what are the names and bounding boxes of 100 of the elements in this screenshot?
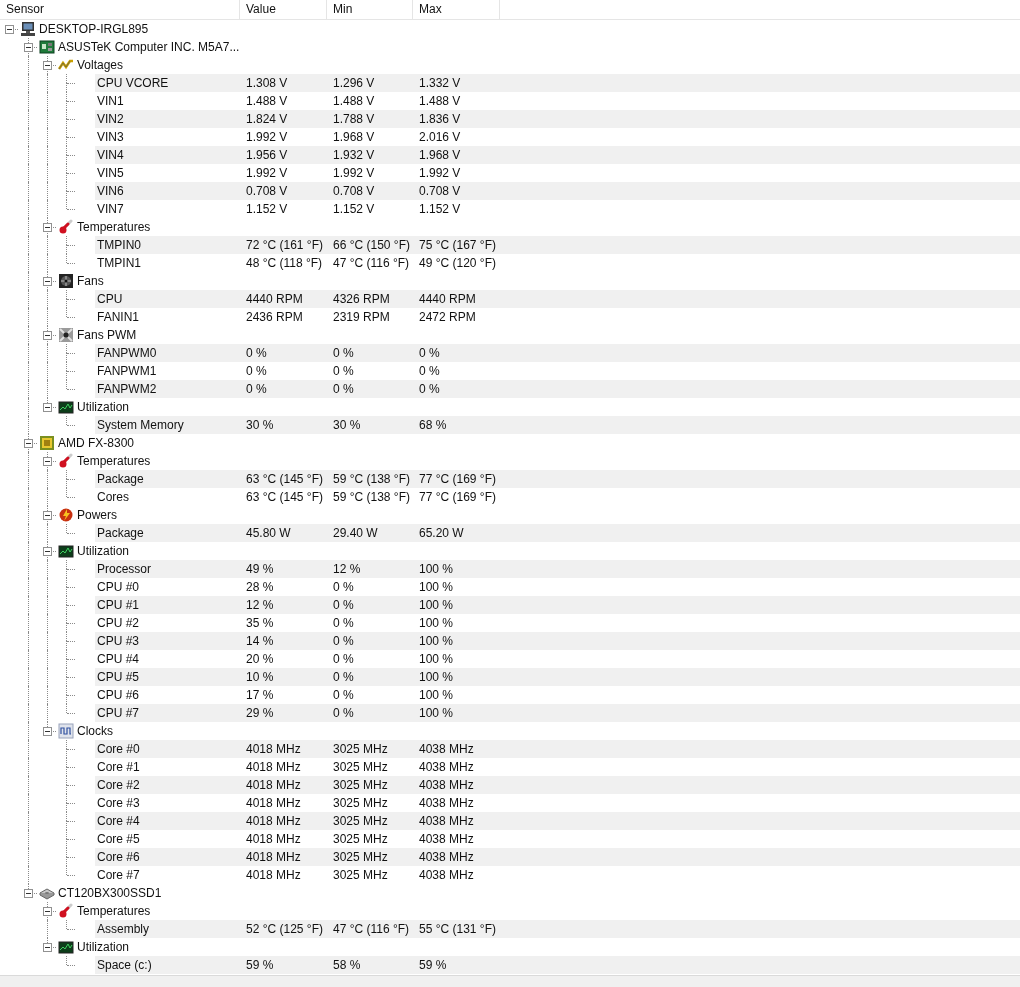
value-cell: 4018 MHz	[246, 796, 301, 810]
collapse-icon[interactable]	[43, 331, 52, 340]
collapse-icon[interactable]	[43, 223, 52, 232]
value-cell: 28 %	[246, 580, 274, 594]
sensor-name: Core #7	[96, 867, 141, 884]
collapse-icon[interactable]	[24, 43, 33, 52]
sensor-name: System Memory	[96, 417, 185, 434]
min-cell: 1.152 V	[333, 202, 375, 216]
min-cell: 1.488 V	[333, 94, 375, 108]
tree-node-label[interactable]: Powers	[76, 506, 117, 524]
tree-node-label[interactable]: CT120BX300SSD1	[57, 884, 162, 902]
sensor-name: CPU #3	[96, 633, 141, 650]
tree-node-label[interactable]: ASUSTeK Computer INC. M5A7...	[57, 38, 240, 56]
max-cell: 2.016 V	[419, 130, 461, 144]
value-cell: 0.708 V	[246, 184, 288, 198]
max-cell: 100 %	[419, 634, 454, 648]
sensor-name: VIN1	[96, 93, 125, 110]
max-cell: 0 %	[419, 346, 440, 360]
max-cell: 68 %	[419, 418, 447, 432]
value-cell: 0 %	[246, 364, 267, 378]
collapse-icon[interactable]	[43, 457, 52, 466]
min-cell: 2319 RPM	[333, 310, 390, 324]
max-cell: 49 °C (120 °F)	[419, 256, 496, 270]
sensor-name: TMPIN1	[96, 255, 142, 272]
value-cell: 10 %	[246, 670, 274, 684]
value-cell: 59 %	[246, 958, 274, 972]
max-cell: 59 %	[419, 958, 447, 972]
max-cell: 1.968 V	[419, 148, 461, 162]
tree-node-label[interactable]: DESKTOP-IRGL895	[38, 20, 149, 38]
fan-icon	[58, 273, 74, 289]
sensor-name: Cores	[96, 489, 130, 506]
collapse-icon[interactable]	[43, 943, 52, 952]
column-header[interactable]: Sensor	[0, 0, 240, 19]
sensor-name: VIN6	[96, 183, 125, 200]
tree-node-label[interactable]: Fans	[76, 272, 104, 290]
tree-node-label[interactable]: Utilization	[76, 938, 130, 956]
chart-screen-icon	[58, 939, 74, 955]
max-cell: 100 %	[419, 562, 454, 576]
tree-node-label[interactable]: Temperatures	[76, 452, 151, 470]
sensor-name: CPU #2	[96, 615, 141, 632]
tree-node-label[interactable]: Utilization	[76, 398, 130, 416]
tree-node-label[interactable]: Utilization	[76, 542, 130, 560]
collapse-icon[interactable]	[5, 25, 14, 34]
collapse-icon[interactable]	[24, 439, 33, 448]
circuit-board-icon	[39, 39, 55, 55]
min-cell: 4326 RPM	[333, 292, 390, 306]
value-cell: 14 %	[246, 634, 274, 648]
sensor-name: VIN5	[96, 165, 125, 182]
sensor-name: TMPIN0	[96, 237, 142, 254]
sensor-name: Core #3	[96, 795, 141, 812]
column-header[interactable]: Min	[327, 0, 413, 19]
min-cell: 1.296 V	[333, 76, 375, 90]
collapse-icon[interactable]	[43, 277, 52, 286]
tree-node-label[interactable]: Temperatures	[76, 218, 151, 236]
collapse-icon[interactable]	[24, 889, 33, 898]
collapse-icon[interactable]	[43, 61, 52, 70]
min-cell: 3025 MHz	[333, 814, 388, 828]
collapse-icon[interactable]	[43, 547, 52, 556]
value-cell: 52 °C (125 °F)	[246, 922, 323, 936]
tree-node-label[interactable]: Temperatures	[76, 902, 151, 920]
max-cell: 4038 MHz	[419, 778, 474, 792]
max-cell: 0.708 V	[419, 184, 461, 198]
sensor-name: Core #1	[96, 759, 141, 776]
value-cell: 4018 MHz	[246, 778, 301, 792]
value-cell: 35 %	[246, 616, 274, 630]
min-cell: 47 °C (116 °F)	[333, 256, 410, 270]
sensor-name: CPU #4	[96, 651, 141, 668]
tree-node-label[interactable]: AMD FX-8300	[57, 434, 135, 452]
tree-node-label[interactable]: Fans PWM	[76, 326, 137, 344]
value-cell: 1.992 V	[246, 166, 288, 180]
min-cell: 3025 MHz	[333, 778, 388, 792]
collapse-icon[interactable]	[43, 403, 52, 412]
value-cell: 2436 RPM	[246, 310, 303, 324]
value-cell: 1.488 V	[246, 94, 288, 108]
value-cell: 30 %	[246, 418, 274, 432]
sensor-name: CPU VCORE	[96, 75, 170, 92]
sensor-name: CPU	[96, 291, 124, 308]
value-cell: 72 °C (161 °F)	[246, 238, 323, 252]
value-cell: 1.992 V	[246, 130, 288, 144]
collapse-icon[interactable]	[43, 907, 52, 916]
min-cell: 47 °C (116 °F)	[333, 922, 410, 936]
max-cell: 100 %	[419, 580, 454, 594]
max-cell: 4038 MHz	[419, 850, 474, 864]
tree-node-label[interactable]: Clocks	[76, 722, 113, 740]
min-cell: 3025 MHz	[333, 742, 388, 756]
max-cell: 4038 MHz	[419, 742, 474, 756]
sensor-name: Core #4	[96, 813, 141, 830]
min-cell: 0 %	[333, 706, 354, 720]
column-header[interactable]: Max	[413, 0, 500, 19]
min-cell: 0 %	[333, 598, 354, 612]
thermometer-icon	[58, 453, 74, 469]
collapse-icon[interactable]	[43, 511, 52, 520]
value-cell: 4018 MHz	[246, 814, 301, 828]
max-cell: 1.152 V	[419, 202, 461, 216]
max-cell: 2472 RPM	[419, 310, 476, 324]
column-header[interactable]: Value	[240, 0, 327, 19]
collapse-icon[interactable]	[43, 727, 52, 736]
sensor-name: Processor	[96, 561, 153, 578]
min-cell: 29.40 W	[333, 526, 378, 540]
tree-node-label[interactable]: Voltages	[76, 56, 124, 74]
